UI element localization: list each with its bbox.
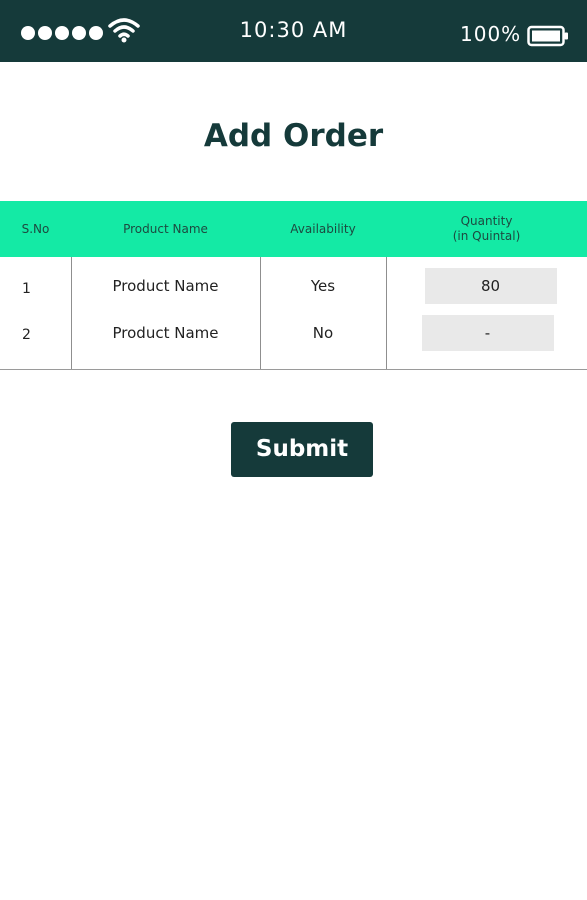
row-product-name: Product Name xyxy=(112,277,219,295)
row-sno: 2 xyxy=(22,327,31,343)
header-quantity-label: Quantity xyxy=(460,214,513,228)
table-row: 1 Product Name Yes 80 xyxy=(0,266,587,306)
header-product-name: Product Name xyxy=(123,221,208,236)
battery-icon xyxy=(527,25,568,47)
order-table: S.No Product Name Availability Quantity … xyxy=(0,201,587,370)
battery-percent: 100% xyxy=(460,22,522,46)
header-sno: S.No xyxy=(21,221,50,236)
table-row: 2 Product Name No - xyxy=(0,313,587,353)
row-product-name: Product Name xyxy=(112,324,219,342)
row-quantity-cell: - xyxy=(386,315,587,351)
table-header: S.No Product Name Availability Quantity … xyxy=(0,201,587,257)
row-quantity-cell: 80 xyxy=(386,268,587,304)
status-bar: 10:30 AM 100% xyxy=(0,0,587,62)
header-quantity: Quantity (in Quintal) xyxy=(386,214,587,244)
row-sno: 1 xyxy=(22,281,31,297)
page-title: Add Order xyxy=(203,118,384,154)
header-quantity-unit: (in Quintal) xyxy=(452,229,521,243)
table-body: 1 Product Name Yes 80 2 Product Name No … xyxy=(0,257,587,370)
header-availability: Availability xyxy=(290,221,356,236)
quantity-input[interactable]: 80 xyxy=(424,268,557,304)
submit-button[interactable]: Submit xyxy=(231,422,373,477)
row-availability: No xyxy=(312,324,334,342)
row-availability: Yes xyxy=(310,277,336,295)
quantity-input[interactable]: - xyxy=(421,315,554,351)
